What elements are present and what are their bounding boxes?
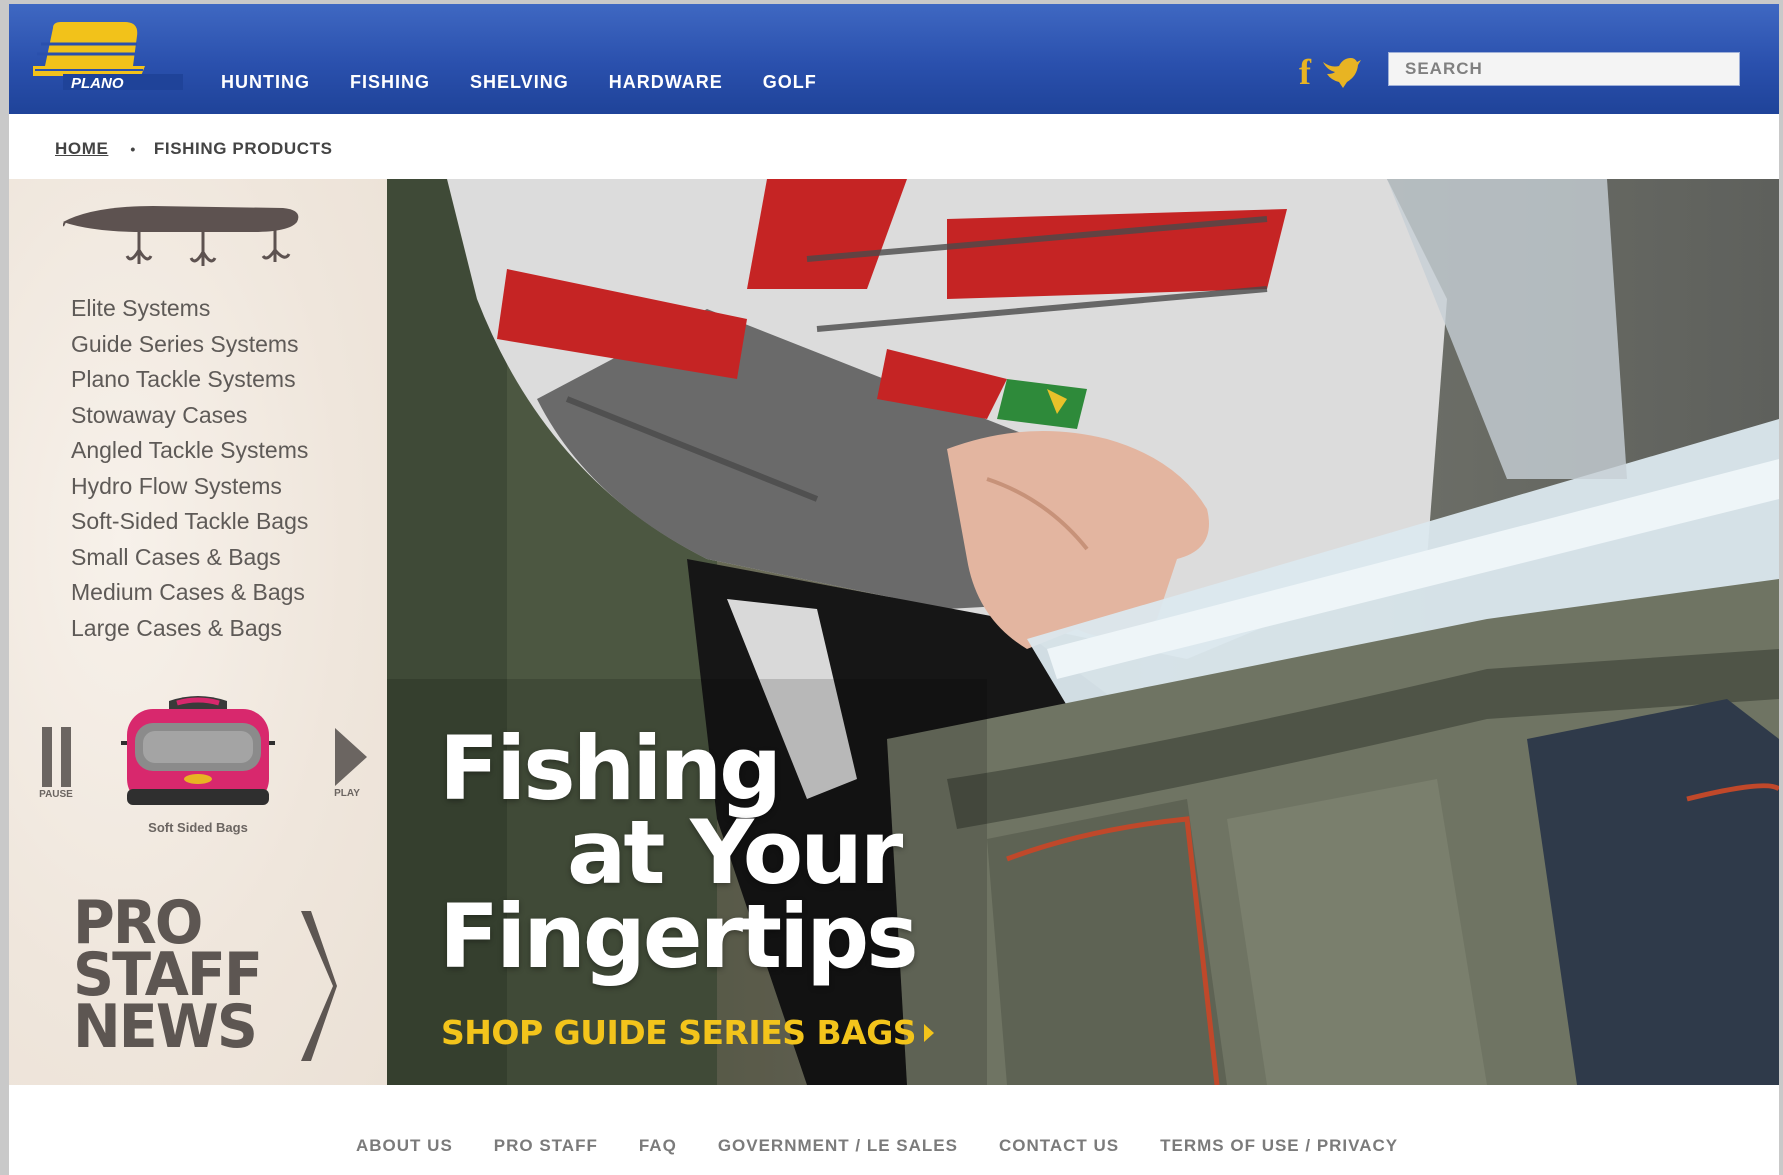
- play-label: PLAY: [334, 788, 360, 799]
- category-soft-sided-tackle-bags[interactable]: Soft-Sided Tackle Bags: [71, 504, 308, 540]
- search-box: [1388, 52, 1740, 86]
- category-elite-systems[interactable]: Elite Systems: [71, 291, 308, 327]
- category-guide-series-systems[interactable]: Guide Series Systems: [71, 327, 308, 363]
- search-input[interactable]: [1389, 53, 1739, 85]
- carousel-pause-button[interactable]: PAUSE: [34, 727, 78, 800]
- hero-banner[interactable]: Fishing at Your Fingertips SHOP GUIDE SE…: [387, 179, 1779, 1085]
- twitter-bird-icon[interactable]: [1321, 54, 1361, 90]
- hero-title-line-2: at Your: [567, 801, 903, 904]
- page: PLANO HUNTING FISHING SHELVING HARDWARE …: [9, 4, 1779, 1175]
- footer-pro-staff[interactable]: PRO STAFF: [494, 1136, 598, 1156]
- category-hydro-flow-systems[interactable]: Hydro Flow Systems: [71, 469, 308, 505]
- nav-hardware[interactable]: HARDWARE: [609, 72, 723, 93]
- footer-contact-us[interactable]: CONTACT US: [999, 1136, 1119, 1156]
- shop-guide-series-bags-link[interactable]: SHOP GUIDE SERIES BAGS: [441, 1013, 935, 1052]
- pause-icon: [34, 727, 78, 787]
- hero-title: Fishing at Your Fingertips: [439, 717, 919, 988]
- hero-title-line-1: Fishing: [439, 717, 782, 820]
- sidebar: Elite Systems Guide Series Systems Plano…: [9, 179, 387, 1085]
- facebook-icon[interactable]: f: [1299, 54, 1311, 90]
- main-nav: HUNTING FISHING SHELVING HARDWARE GOLF: [221, 72, 857, 93]
- breadcrumb-home-link[interactable]: HOME: [55, 139, 108, 159]
- soft-sided-bag-image[interactable]: [119, 693, 277, 813]
- social-links: f: [1299, 54, 1361, 90]
- breadcrumb: HOME • FISHING PRODUCTS: [55, 139, 333, 159]
- category-large-cases-bags[interactable]: Large Cases & Bags: [71, 611, 308, 647]
- category-plano-tackle-systems[interactable]: Plano Tackle Systems: [71, 362, 308, 398]
- breadcrumb-separator: •: [130, 141, 136, 157]
- category-angled-tackle-systems[interactable]: Angled Tackle Systems: [71, 433, 308, 469]
- nav-hunting[interactable]: HUNTING: [221, 72, 310, 93]
- footer-terms-privacy[interactable]: TERMS OF USE / PRIVACY: [1160, 1136, 1398, 1156]
- nav-fishing[interactable]: FISHING: [350, 72, 430, 93]
- footer-about-us[interactable]: ABOUT US: [356, 1136, 453, 1156]
- pro-staff-news-link[interactable]: PRO STAFF NEWS: [73, 893, 353, 1067]
- carousel-play-button[interactable]: PLAY: [325, 728, 369, 799]
- category-medium-cases-bags[interactable]: Medium Cases & Bags: [71, 575, 308, 611]
- footer-faq[interactable]: FAQ: [639, 1136, 677, 1156]
- category-list: Elite Systems Guide Series Systems Plano…: [71, 291, 308, 646]
- footer-nav: ABOUT US PRO STAFF FAQ GOVERNMENT / LE S…: [356, 1136, 1439, 1156]
- site-header: PLANO HUNTING FISHING SHELVING HARDWARE …: [9, 4, 1779, 114]
- fishing-lure-icon: [63, 206, 299, 266]
- plano-logo[interactable]: PLANO: [33, 22, 183, 94]
- play-icon: [335, 728, 367, 786]
- category-stowaway-cases[interactable]: Stowaway Cases: [71, 398, 308, 434]
- category-small-cases-bags[interactable]: Small Cases & Bags: [71, 540, 308, 576]
- nav-golf[interactable]: GOLF: [763, 72, 817, 93]
- arrow-right-icon: [924, 1023, 935, 1042]
- site-footer: ABOUT US PRO STAFF FAQ GOVERNMENT / LE S…: [9, 1085, 1779, 1175]
- hero-title-line-3: Fingertips: [439, 885, 919, 988]
- breadcrumb-current: FISHING PRODUCTS: [153, 139, 333, 158]
- footer-government-le-sales[interactable]: GOVERNMENT / LE SALES: [718, 1136, 958, 1156]
- nav-shelving[interactable]: SHELVING: [470, 72, 569, 93]
- logo-text: PLANO: [71, 75, 124, 92]
- hero-cta-label: SHOP GUIDE SERIES BAGS: [441, 1013, 917, 1052]
- carousel-caption: Soft Sided Bags: [148, 820, 248, 835]
- chevron-right-icon: [301, 911, 337, 1061]
- pause-label: PAUSE: [39, 789, 73, 800]
